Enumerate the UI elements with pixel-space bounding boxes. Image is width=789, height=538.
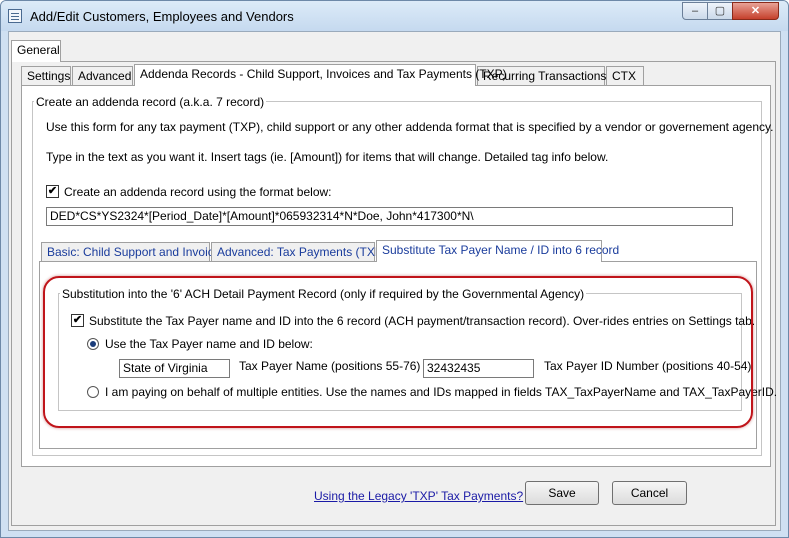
addenda-format-input[interactable]: DED*CS*YS2324*[Period_Date]*[Amount]*065… [46,207,733,226]
minimize-button[interactable]: – [682,2,708,20]
title-bar[interactable]: Add/Edit Customers, Employees and Vendor… [1,1,788,31]
tab-advanced[interactable]: Advanced [72,66,133,86]
highlight-annotation [43,276,753,428]
addenda-group-label: Create an addenda record (a.k.a. 7 recor… [34,95,267,109]
legacy-txp-link[interactable]: Using the Legacy 'TXP' Tax Payments? [314,489,523,503]
tab-advanced-tax-payments[interactable]: Advanced: Tax Payments (TXP) [211,242,387,262]
maximize-button[interactable]: ▢ [707,2,733,20]
app-icon [8,9,22,23]
dialog-window: Add/Edit Customers, Employees and Vendor… [0,0,789,538]
tab-ctx[interactable]: CTX [606,66,644,86]
create-addenda-checkbox[interactable]: ✔ [46,185,59,198]
create-addenda-label: Create an addenda record using the forma… [64,185,332,199]
tab-general[interactable]: General [11,40,61,62]
tab-addenda-records[interactable]: Addenda Records - Child Support, Invoice… [134,64,507,86]
tab-basic-child-support[interactable]: Basic: Child Support and Invoices [41,242,226,262]
cancel-button[interactable]: Cancel [612,481,687,505]
save-button[interactable]: Save [525,481,599,505]
addenda-description-2: Type in the text as you want it. Insert … [46,150,609,164]
close-button[interactable]: ✕ [732,2,779,20]
addenda-description-1: Use this form for any tax payment (TXP),… [46,120,774,134]
window-title: Add/Edit Customers, Employees and Vendor… [30,9,294,24]
tab-substitute-tax-payer[interactable]: Substitute Tax Payer Name / ID into 6 re… [376,240,619,262]
tab-settings[interactable]: Settings [21,66,71,86]
